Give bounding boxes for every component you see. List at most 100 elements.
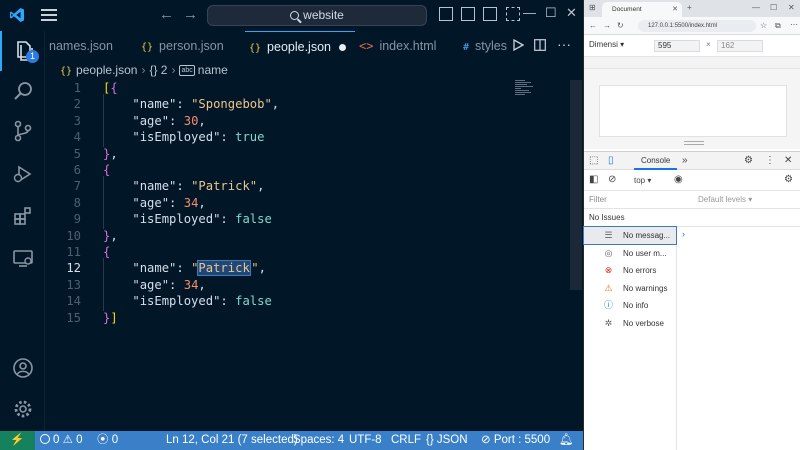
sidebar-toggle-icon[interactable]: ◧: [589, 174, 598, 185]
devtools-menu-icon[interactable]: ⋮: [765, 155, 775, 166]
forward-arrow-icon[interactable]: →: [183, 6, 198, 23]
run-icon[interactable]: [512, 39, 524, 51]
resize-handle[interactable]: [684, 141, 704, 145]
back-arrow-icon[interactable]: ←: [159, 6, 174, 23]
minimize-button[interactable]: —: [523, 5, 536, 20]
devtools-toolbar: ⬚ ▯ Console » ⚙ ⋮ ✕: [584, 151, 800, 170]
command-center-search[interactable]: website: [207, 5, 427, 26]
device-viewport-area: [584, 69, 800, 149]
back-icon[interactable]: ←: [589, 21, 597, 30]
search-icon[interactable]: [0, 71, 45, 111]
explorer-icon[interactable]: 1: [0, 31, 45, 71]
editor-scrollbar[interactable]: [570, 80, 582, 290]
maximize-button[interactable]: ☐: [545, 5, 557, 21]
live-server-status[interactable]: ⊘ Port : 5500: [481, 431, 550, 450]
code-line: 13 "age": 34,: [45, 277, 570, 293]
tab-styles[interactable]: # styles: [459, 31, 511, 61]
clear-console-icon[interactable]: ⊘: [608, 174, 616, 185]
antenna-icon: ⦿: [97, 434, 109, 446]
maximize-icon[interactable]: ☐: [770, 3, 777, 12]
sidebar-item-user-messages[interactable]: ◎ No user m...: [584, 245, 676, 262]
split-editor-icon[interactable]: [534, 39, 546, 51]
sidebar-item-verbose[interactable]: ✲ No verbose: [584, 315, 676, 332]
inspect-element-icon[interactable]: ⬚: [589, 155, 598, 166]
customize-layout-icon[interactable]: [506, 7, 520, 21]
console-settings-gear-icon[interactable]: ⚙: [784, 174, 793, 185]
language-mode[interactable]: {} JSON: [426, 431, 468, 450]
line-number: 1: [73, 81, 81, 95]
url-field[interactable]: 127.0.0.1:5500/index.html: [638, 20, 756, 32]
close-window-icon[interactable]: ✕: [788, 3, 795, 12]
ports-indicator[interactable]: ⦿ 0: [97, 431, 118, 450]
extensions-icon[interactable]: [0, 196, 45, 236]
forward-icon[interactable]: →: [603, 21, 611, 30]
line-number: 14: [66, 294, 81, 309]
tab-people-json[interactable]: {} people.json: [245, 31, 355, 61]
cursor-position[interactable]: Ln 12, Col 21 (7 selected): [166, 431, 298, 450]
context-select[interactable]: top ▾: [634, 176, 651, 185]
code-line: 15}]: [45, 310, 570, 326]
toggle-secondary-sidebar-icon[interactable]: [483, 7, 497, 21]
code-editor[interactable]: 1[{ 2 "name": "Spongebob", 3 "age": 30, …: [45, 80, 570, 431]
reload-icon[interactable]: ↻: [617, 21, 624, 30]
line-number: 9: [73, 212, 81, 227]
console-filter-bar: Filter Default levels ▾: [584, 191, 800, 209]
sidebar-item-messages[interactable]: ☰ No messag...: [583, 226, 677, 245]
breadcrumb-item[interactable]: {} 2: [149, 63, 167, 77]
browser-menu-icon[interactable]: ⋯: [790, 20, 798, 29]
tab-person-json[interactable]: {} person.json: [137, 31, 245, 61]
issues-count[interactable]: No Issues: [584, 209, 800, 227]
toggle-panel-icon[interactable]: [461, 7, 475, 21]
remote-explorer-icon[interactable]: [0, 238, 45, 278]
explorer-badge: 1: [26, 50, 39, 63]
accounts-icon[interactable]: [0, 348, 45, 388]
hamburger-menu-icon[interactable]: [41, 9, 57, 22]
page-viewport[interactable]: [599, 85, 787, 137]
tab-index-html[interactable]: <> index.html: [355, 31, 459, 61]
extensions-puzzle-icon[interactable]: ⧉: [775, 21, 781, 31]
settings-gear-icon[interactable]: ⚙: [744, 155, 753, 166]
favorites-star-icon[interactable]: ☆: [760, 21, 767, 30]
sidebar-item-label: No errors: [623, 266, 657, 275]
viewport-width-input[interactable]: 595: [654, 40, 700, 52]
source-control-icon[interactable]: [0, 111, 45, 151]
code-line: 2 "name": "Spongebob",: [45, 96, 570, 112]
browser-tab-document[interactable]: Document ✕: [602, 2, 682, 17]
close-tab-icon[interactable]: ✕: [672, 2, 678, 17]
eol-status[interactable]: CRLF: [391, 431, 421, 450]
json-braces-icon: {}: [426, 434, 434, 446]
dimensions-dropdown[interactable]: Dimensi ▾: [589, 40, 624, 49]
sidebar-item-errors[interactable]: ⊗ No errors: [584, 262, 676, 279]
filter-input[interactable]: Filter: [587, 194, 693, 206]
breadcrumb-symbol[interactable]: name: [198, 63, 228, 77]
log-levels-dropdown[interactable]: Default levels ▾: [698, 194, 752, 206]
breadcrumb-file[interactable]: people.json: [76, 63, 137, 77]
toggle-sidebar-icon[interactable]: [439, 7, 453, 21]
error-icon: ⊗: [604, 265, 613, 275]
notifications-bell-icon[interactable]: 🔔︎: [559, 431, 574, 450]
more-tabs-icon[interactable]: »: [682, 155, 688, 166]
sidebar-item-info[interactable]: ⓘ No info: [584, 297, 676, 314]
live-expression-eye-icon[interactable]: ◉: [674, 174, 683, 185]
tab-names-json[interactable]: names.json: [45, 31, 137, 61]
indentation-status[interactable]: Spaces: 4: [293, 431, 344, 450]
minimap[interactable]: [515, 80, 535, 102]
encoding-status[interactable]: UTF-8: [349, 431, 382, 450]
close-devtools-icon[interactable]: ✕: [784, 155, 792, 166]
device-toggle-icon[interactable]: ▯: [608, 155, 614, 166]
console-prompt-chevron-icon[interactable]: ›: [682, 229, 685, 239]
problems-indicator[interactable]: 0 ⚠ 0: [40, 431, 83, 450]
tab-actions-icon[interactable]: ⊞: [589, 3, 596, 12]
minimize-icon[interactable]: —: [752, 3, 760, 12]
tab-console[interactable]: Console: [634, 152, 678, 170]
more-actions-icon[interactable]: ···: [557, 36, 571, 52]
close-button[interactable]: ✕: [566, 5, 577, 21]
line-number: 3: [73, 113, 81, 128]
sidebar-item-warnings[interactable]: ⚠ No warnings: [584, 280, 676, 297]
new-tab-icon[interactable]: +: [687, 3, 692, 12]
viewport-height-input[interactable]: 162: [717, 40, 763, 52]
unsaved-dot-icon[interactable]: [339, 44, 346, 52]
manage-gear-icon[interactable]: [0, 389, 45, 429]
remote-indicator-icon[interactable]: ⚡: [0, 431, 35, 450]
run-debug-icon[interactable]: [0, 154, 45, 194]
